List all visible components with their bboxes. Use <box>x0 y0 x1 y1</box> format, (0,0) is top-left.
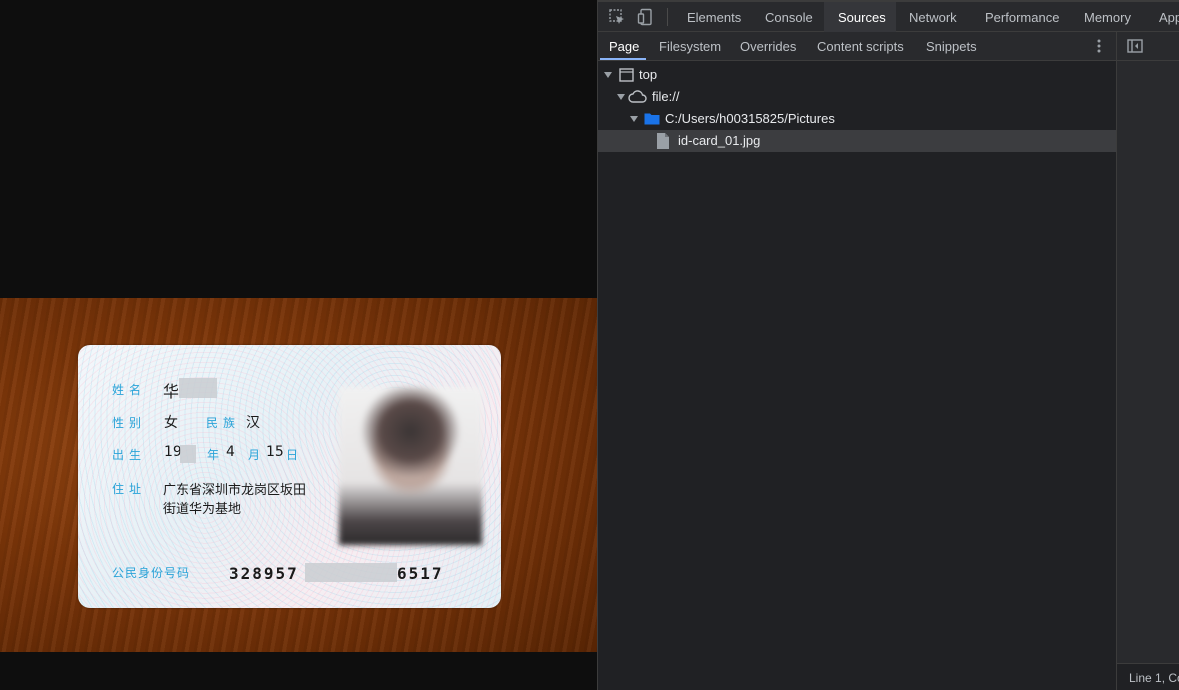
tab-network[interactable]: Network <box>909 10 957 25</box>
editor-header <box>1117 32 1179 61</box>
card-ethnicity-value: 汉 <box>246 415 260 431</box>
tab-elements[interactable]: Elements <box>687 10 741 25</box>
card-gender-label: 性别 <box>112 416 147 430</box>
card-address-line1: 广东省深圳市龙岗区坂田 <box>163 483 307 498</box>
card-ethnicity-label: 民族 <box>206 416 241 430</box>
navigator-tab-bar: Page Filesystem Overrides Content script… <box>598 32 1116 61</box>
device-toolbar-icon[interactable] <box>637 8 655 26</box>
card-id-suffix: 6517 <box>397 564 444 583</box>
card-month-label: 月 <box>248 448 261 462</box>
subtab-filesystem[interactable]: Filesystem <box>659 39 721 54</box>
id-card-image: 姓名 华 性别 女 民族 汉 出生 19 年 4 月 15 日 住址 广东省深圳… <box>78 345 501 608</box>
active-subtab-indicator <box>600 58 646 60</box>
expand-arrow-icon[interactable] <box>604 72 612 78</box>
tab-memory[interactable]: Memory <box>1084 10 1131 25</box>
card-id-prefix: 328957 <box>229 564 299 583</box>
subtab-content-scripts[interactable]: Content scripts <box>817 39 904 54</box>
card-day-label: 日 <box>286 448 299 462</box>
card-birth-day: 15 <box>266 444 284 460</box>
tree-label-top: top <box>639 67 658 82</box>
devtools-panel: Elements Console Sources Network Perform… <box>597 0 1179 690</box>
subtab-overrides[interactable]: Overrides <box>740 39 796 54</box>
inspect-element-icon[interactable] <box>608 8 626 26</box>
card-id-label: 公民身份号码 <box>112 566 191 580</box>
tab-console[interactable]: Console <box>765 10 813 25</box>
main-tab-bar: Elements Console Sources Network Perform… <box>598 0 1179 32</box>
tree-item-folder[interactable]: C:/Users/h00315825/Pictures <box>598 108 1116 130</box>
tree-item-file[interactable]: id-card_01.jpg <box>598 130 1116 152</box>
card-gender-value: 女 <box>164 415 178 431</box>
card-address-label: 住址 <box>112 482 147 496</box>
redaction-mask <box>180 445 196 463</box>
tab-performance[interactable]: Performance <box>985 10 1059 25</box>
card-year-label: 年 <box>207 448 220 462</box>
card-name-value: 华 <box>163 382 180 401</box>
tree-label-file: id-card_01.jpg <box>678 133 761 148</box>
editor-pane: Line 1, Co <box>1116 32 1179 690</box>
toolbar-separator <box>667 8 668 26</box>
frame-icon <box>619 68 634 82</box>
card-address-line2: 街道华为基地 <box>163 502 242 517</box>
redaction-mask <box>305 563 397 582</box>
subtab-snippets[interactable]: Snippets <box>926 39 977 54</box>
tree-label-origin: file:// <box>652 89 680 104</box>
card-birth-month: 4 <box>226 444 235 460</box>
portrait-photo <box>339 387 482 545</box>
card-name-label: 姓名 <box>112 383 147 397</box>
tree-item-origin[interactable]: file:// <box>598 86 1116 108</box>
subtab-page[interactable]: Page <box>609 39 639 54</box>
cursor-position: Line 1, Co <box>1129 671 1179 685</box>
tree-item-top[interactable]: top <box>598 64 1116 86</box>
tab-sources[interactable]: Sources <box>838 10 886 25</box>
expand-arrow-icon[interactable] <box>630 116 638 122</box>
cloud-icon <box>628 90 647 103</box>
redaction-mask <box>179 378 217 398</box>
expand-arrow-icon[interactable] <box>617 94 625 100</box>
card-birth-label: 出生 <box>112 448 147 462</box>
tab-application[interactable]: App <box>1159 10 1179 25</box>
toggle-navigator-icon[interactable] <box>1127 38 1143 54</box>
file-icon <box>657 133 669 149</box>
folder-icon <box>644 113 660 125</box>
tree-label-folder: C:/Users/h00315825/Pictures <box>665 111 835 126</box>
file-tree: top file:// C:/Users/h00315825/Pictures <box>598 61 1116 690</box>
status-bar: Line 1, Co <box>1117 663 1179 690</box>
more-options-icon[interactable] <box>1092 38 1106 54</box>
image-viewer: 姓名 华 性别 女 民族 汉 出生 19 年 4 月 15 日 住址 广东省深圳… <box>0 0 597 690</box>
